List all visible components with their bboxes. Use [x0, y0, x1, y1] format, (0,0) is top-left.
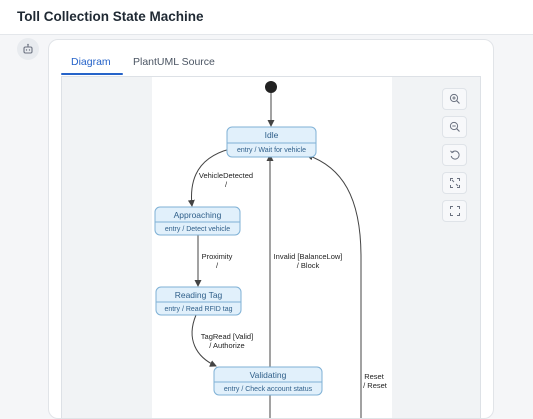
diagram-viewer[interactable]: VehicleDetected / Proximity / TagRead [V…	[61, 76, 481, 418]
state-reading-tag[interactable]: Reading Tag entry / Read RFID tag	[155, 286, 242, 316]
active-tab-indicator	[61, 73, 123, 75]
state-validating-entry: entry / Check account status	[224, 386, 313, 393]
reset-view-button[interactable]	[442, 144, 467, 166]
label-tagread: TagRead [Valid]	[201, 332, 253, 341]
fullscreen-button[interactable]	[442, 200, 467, 222]
zoom-in-icon	[449, 93, 460, 104]
zoom-in-button[interactable]	[442, 88, 467, 110]
zoom-out-button[interactable]	[442, 116, 467, 138]
fullscreen-icon	[449, 206, 460, 216]
label-reset: Reset	[364, 372, 385, 381]
state-reading-tag-entry: entry / Read RFID tag	[164, 306, 232, 313]
label-invalid: Invalid [BalanceLow]	[274, 252, 343, 261]
state-validating[interactable]: Validating entry / Check account status	[213, 366, 323, 396]
state-approaching-entry: entry / Detect vehicle	[165, 226, 230, 233]
label-vehicle-detected-action: /	[225, 180, 228, 189]
tab-bar: Diagram PlantUML Source	[49, 40, 493, 76]
top-bar: Toll Collection State Machine	[0, 0, 533, 35]
tab-diagram[interactable]: Diagram	[71, 56, 111, 68]
tab-plantuml-source[interactable]: PlantUML Source	[133, 56, 215, 68]
fit-view-button[interactable]	[442, 172, 467, 194]
state-idle-name: Idle	[265, 130, 279, 140]
page-title: Toll Collection State Machine	[17, 9, 204, 24]
state-approaching[interactable]: Approaching entry / Detect vehicle	[154, 206, 241, 236]
state-reading-tag-name: Reading Tag	[175, 290, 223, 300]
label-reset-action: / Reset	[363, 381, 388, 390]
state-validating-name: Validating	[250, 370, 287, 380]
label-invalid-action: / Block	[297, 261, 320, 270]
robot-icon	[23, 43, 33, 54]
state-diagram: VehicleDetected / Proximity / TagRead [V…	[154, 81, 388, 418]
state-idle[interactable]: Idle entry / Wait for vehicle	[226, 126, 317, 158]
label-tagread-action: / Authorize	[209, 341, 244, 350]
reset-icon	[449, 150, 460, 160]
fit-icon	[449, 178, 460, 188]
zoom-out-icon	[449, 121, 460, 132]
assistant-button[interactable]	[17, 38, 39, 60]
diagram-canvas[interactable]: VehicleDetected / Proximity / TagRead [V…	[152, 77, 392, 418]
state-idle-entry: entry / Wait for vehicle	[237, 147, 306, 154]
label-proximity: Proximity	[202, 252, 233, 261]
state-approaching-name: Approaching	[174, 210, 222, 220]
diagram-card: Diagram PlantUML Source VehicleDetected …	[48, 39, 494, 419]
label-proximity-action: /	[216, 261, 219, 270]
label-vehicle-detected: VehicleDetected	[199, 171, 253, 180]
initial-state-dot	[265, 81, 277, 93]
